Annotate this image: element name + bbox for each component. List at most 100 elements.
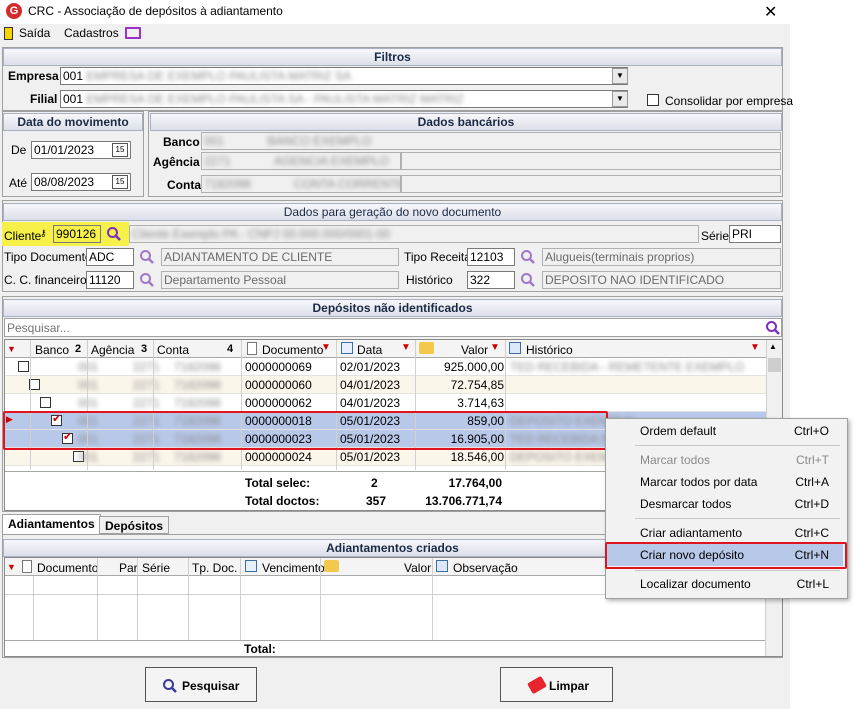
context-menu-item[interactable]: Marcar todos por data Ctrl+A bbox=[606, 471, 843, 493]
col-banco-sort: 2 bbox=[75, 343, 82, 355]
cell-documento: 0000000062 bbox=[245, 396, 312, 410]
total-doctos-value: 13.706.771,74 bbox=[425, 494, 502, 508]
adt-col-valor[interactable]: Valor bbox=[404, 561, 431, 575]
col-valor[interactable]: Valor bbox=[461, 343, 488, 357]
calendar-icon[interactable]: 15 bbox=[112, 143, 128, 157]
menu-cadastros[interactable]: Cadastros bbox=[64, 26, 119, 40]
adt-col-par[interactable]: Par bbox=[119, 561, 138, 575]
search-icon[interactable] bbox=[106, 226, 122, 242]
col-agencia-sort: 3 bbox=[141, 343, 148, 355]
calendar-icon[interactable]: 15 bbox=[112, 175, 128, 189]
col-agencia[interactable]: Agência bbox=[91, 343, 134, 357]
filial-dropdown-icon[interactable]: ▼ bbox=[612, 91, 628, 107]
sort-down-icon: ▼ bbox=[7, 344, 16, 354]
filter-icon[interactable]: ▼ bbox=[490, 342, 500, 353]
pesquisar-button[interactable]: Pesquisar bbox=[145, 667, 257, 702]
menu-saida[interactable]: Saída bbox=[19, 26, 50, 40]
context-menu-item[interactable]: Localizar documento Ctrl+L bbox=[606, 573, 843, 595]
context-menu-item-shortcut: Ctrl+L bbox=[796, 577, 829, 591]
row-checkbox[interactable] bbox=[18, 361, 29, 372]
filter-icon[interactable]: ▼ bbox=[401, 342, 411, 353]
context-menu-item-label: Marcar todos bbox=[640, 453, 711, 467]
tab-depositos[interactable]: Depósitos bbox=[99, 516, 170, 534]
tipo-receita-input[interactable]: 12103 bbox=[467, 248, 515, 266]
col-banco[interactable]: Banco bbox=[35, 343, 69, 357]
document-icon bbox=[22, 560, 32, 573]
scroll-thumb[interactable] bbox=[768, 358, 781, 372]
cell-conta: 7182098 bbox=[174, 360, 221, 374]
context-menu-item-shortcut: Ctrl+O bbox=[793, 424, 829, 438]
novo-documento-header: Dados para geração do novo documento bbox=[3, 203, 782, 221]
row-checkbox[interactable] bbox=[40, 397, 51, 408]
cell-data: 05/01/2023 bbox=[340, 450, 401, 464]
context-menu-item[interactable]: Marcar todos Ctrl+T bbox=[606, 449, 843, 471]
tab-adiantamentos[interactable]: Adiantamentos bbox=[2, 514, 101, 534]
adt-col-tpdoc[interactable]: Tp. Doc. bbox=[192, 561, 237, 575]
col-conta-sort: 4 bbox=[227, 343, 234, 355]
filter-icon[interactable]: ▼ bbox=[321, 342, 331, 353]
context-menu-item-label: Desmarcar todos bbox=[640, 497, 732, 511]
context-menu-item-label: Localizar documento bbox=[640, 577, 751, 591]
col-conta[interactable]: Conta bbox=[157, 343, 189, 357]
consolidar-checkbox[interactable] bbox=[647, 94, 659, 106]
cell-data: 02/01/2023 bbox=[340, 360, 401, 374]
limpar-label: Limpar bbox=[549, 679, 590, 693]
cell-conta: 7182098 bbox=[174, 378, 221, 392]
col-documento[interactable]: Documento bbox=[262, 343, 323, 357]
limpar-button[interactable]: Limpar bbox=[500, 667, 613, 702]
cc-input[interactable]: 11120 bbox=[86, 271, 134, 289]
cliente-name-field: Cliente Exemplo PA - CNPJ 00.000.000/000… bbox=[129, 225, 699, 243]
historico-input[interactable]: 322 bbox=[467, 271, 515, 289]
agencia-name: AGENCIA EXEMPLO bbox=[274, 154, 389, 168]
filial-select[interactable]: 001 EMPRESA DE EXEMPLO PAULISTA SA - PAU… bbox=[60, 90, 628, 108]
context-menu-item-shortcut: Ctrl+T bbox=[796, 453, 829, 467]
search-icon[interactable] bbox=[139, 272, 155, 288]
adt-col-observacao[interactable]: Observação bbox=[453, 561, 518, 575]
depositos-search-input[interactable] bbox=[4, 318, 782, 337]
search-icon[interactable] bbox=[520, 249, 536, 265]
context-menu-item-shortcut: Ctrl+C bbox=[794, 526, 829, 540]
cell-banco: 001 bbox=[78, 378, 99, 392]
context-menu-item[interactable]: Criar adiantamento Ctrl+C bbox=[606, 522, 843, 544]
tipo-doc-input[interactable]: ADC bbox=[86, 248, 134, 266]
calendar-icon bbox=[341, 342, 353, 354]
context-menu-item[interactable]: Ordem default Ctrl+O bbox=[606, 420, 843, 442]
tipo-doc-name: ADIANTAMENTO DE CLIENTE bbox=[161, 248, 399, 266]
filial-label: Filial bbox=[30, 92, 58, 106]
search-icon[interactable] bbox=[765, 320, 781, 336]
col-data[interactable]: Data bbox=[357, 343, 382, 357]
empresa-dropdown-icon[interactable]: ▼ bbox=[612, 68, 628, 84]
conta-code: 7182098 bbox=[204, 177, 251, 191]
cliente-label: Cliente bbox=[4, 229, 42, 243]
consolidar-label: Consolidar por empresa bbox=[665, 94, 794, 108]
coins-icon bbox=[324, 560, 339, 572]
conta-name: CONTA CORRENTE bbox=[294, 177, 401, 191]
empresa-name: EMPRESA DE EXEMPLO PAULISTA MATRIZ SA bbox=[86, 69, 352, 83]
scroll-up-icon[interactable]: ▲ bbox=[769, 342, 777, 351]
adt-col-documento[interactable]: Documento bbox=[37, 561, 98, 575]
empresa-select[interactable]: 001 EMPRESA DE EXEMPLO PAULISTA MATRIZ S… bbox=[60, 67, 628, 85]
context-menu-item[interactable]: Desmarcar todos Ctrl+D bbox=[606, 493, 843, 515]
search-icon[interactable] bbox=[520, 272, 536, 288]
cell-valor: 925.000,00 bbox=[443, 360, 504, 374]
calendar-icon bbox=[245, 560, 257, 572]
agencia-field: 2271 AGENCIA EXEMPLO bbox=[201, 152, 401, 170]
cell-agencia: 2271 bbox=[133, 360, 160, 374]
tipo-receita-label: Tipo Receita bbox=[404, 250, 471, 264]
adt-col-serie[interactable]: Série bbox=[142, 561, 170, 575]
col-historico[interactable]: Histórico bbox=[526, 343, 573, 357]
filter-icon[interactable]: ▼ bbox=[750, 342, 760, 353]
cell-banco: 001 bbox=[78, 396, 99, 410]
search-icon[interactable] bbox=[139, 249, 155, 265]
adt-col-vencimento[interactable]: Vencimento bbox=[262, 561, 325, 575]
serie-input[interactable]: PRI bbox=[729, 225, 781, 243]
banco-field: 001 BANCO EXEMPLO bbox=[201, 132, 781, 150]
eraser-icon bbox=[527, 675, 547, 695]
monitor-icon[interactable] bbox=[125, 27, 141, 39]
cliente-input[interactable]: 990126 bbox=[53, 225, 101, 243]
cell-conta: 7182098 bbox=[174, 450, 221, 464]
conta-field: 7182098 CONTA CORRENTE bbox=[201, 175, 401, 193]
close-icon[interactable]: ✕ bbox=[764, 2, 777, 22]
total-doctos-count: 357 bbox=[366, 494, 387, 508]
document-icon bbox=[247, 342, 257, 355]
